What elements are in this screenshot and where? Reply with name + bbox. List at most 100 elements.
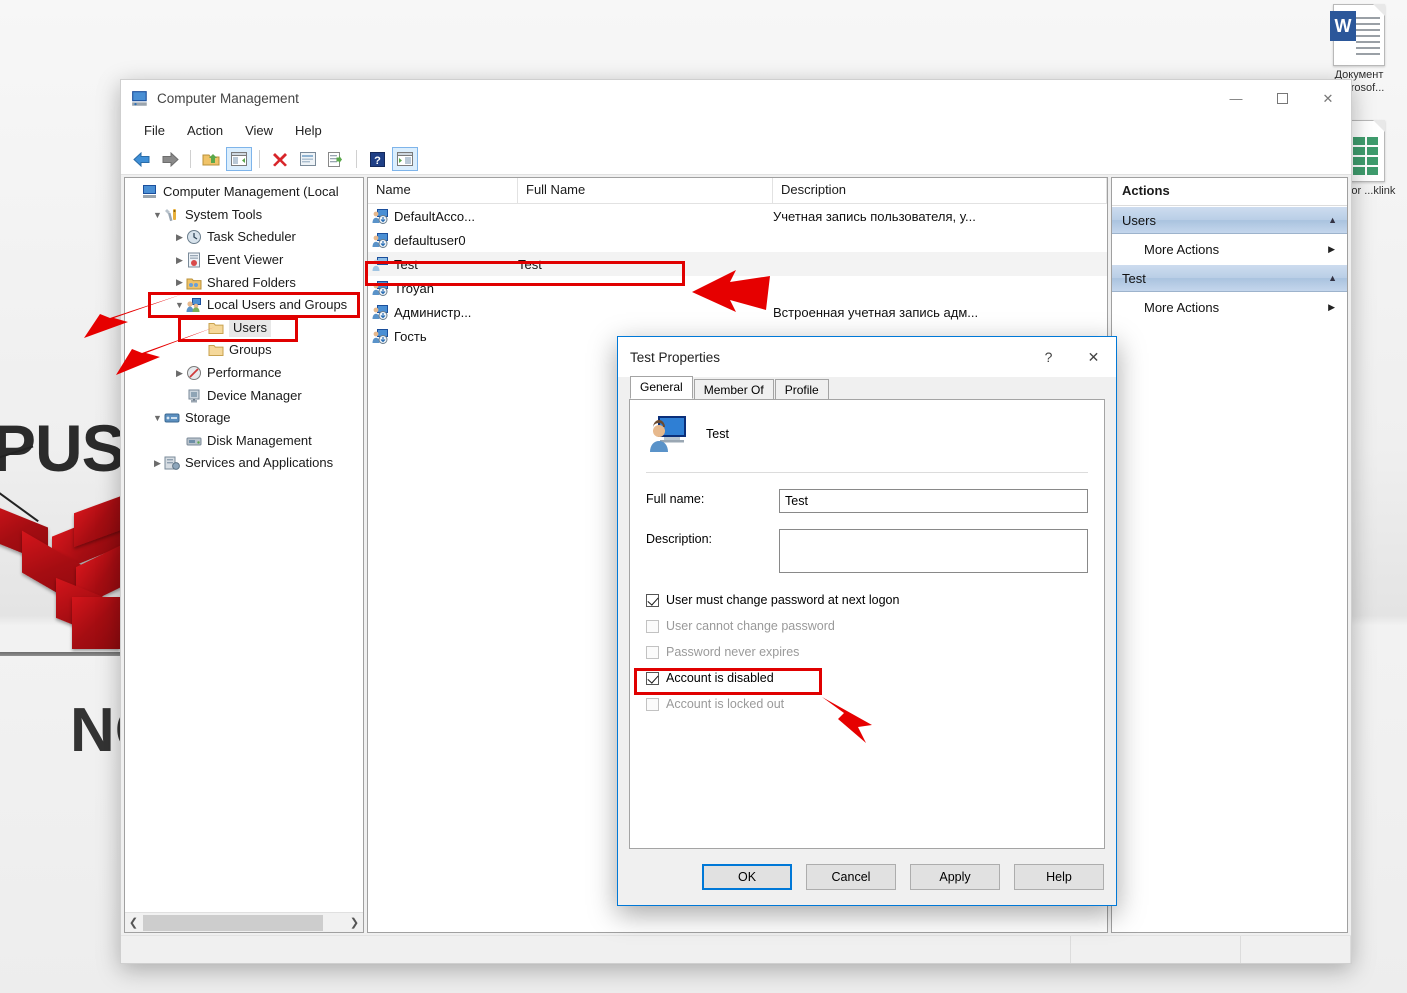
- chevron-right-icon[interactable]: ▶: [173, 276, 186, 289]
- maximize-button[interactable]: [1259, 80, 1305, 117]
- dialog-tabstrip[interactable]: General Member Of Profile: [618, 376, 1116, 400]
- window-titlebar[interactable]: Computer Management — ✕: [121, 80, 1351, 117]
- actions-group-header-test[interactable]: Test ▲: [1112, 264, 1347, 292]
- action-item-label: More Actions: [1144, 299, 1220, 315]
- table-row[interactable]: DefaultAcco... Учетная запись пользовател…: [368, 204, 1107, 228]
- menu-action[interactable]: Action: [176, 120, 234, 141]
- event-viewer-icon: [186, 252, 207, 268]
- console-tree-pane: Computer Management (Local ▼ System Tools ▶…: [124, 177, 364, 933]
- menu-file[interactable]: File: [133, 120, 176, 141]
- tree-node-computer-management-local[interactable]: Computer Management (Local: [125, 181, 363, 204]
- cell-name: Troyan: [368, 280, 518, 296]
- tree-node-services-and-applications[interactable]: ▶ Services and Applications: [125, 452, 363, 475]
- dialog-help-button[interactable]: ?: [1026, 337, 1071, 377]
- chevron-down-icon[interactable]: ▼: [151, 208, 164, 221]
- list-column-headers[interactable]: Name Full Name Description: [368, 178, 1107, 204]
- tree-node-users[interactable]: Users: [125, 317, 363, 340]
- checkbox-account-is-disabled[interactable]: [646, 671, 659, 685]
- services-icon: [164, 456, 180, 471]
- scrollbar-thumb[interactable]: [143, 914, 323, 931]
- help-button[interactable]: Help: [1014, 864, 1104, 890]
- action-item-more-actions[interactable]: More Actions ▶: [1112, 234, 1347, 264]
- folder-icon: [208, 320, 229, 336]
- chevron-right-icon[interactable]: ▶: [1328, 302, 1335, 313]
- cell-name: defaultuser0: [368, 232, 518, 248]
- apply-button[interactable]: Apply: [910, 864, 1000, 890]
- ok-button[interactable]: OK: [702, 864, 792, 890]
- properties-icon[interactable]: [295, 147, 321, 171]
- column-header-description[interactable]: Description: [773, 178, 1107, 203]
- table-row[interactable]: Test Test: [368, 252, 1107, 276]
- column-header-full-name[interactable]: Full Name: [518, 178, 773, 203]
- chevron-right-icon[interactable]: ▶: [1328, 244, 1335, 255]
- chevron-right-icon[interactable]: ▶: [173, 367, 186, 380]
- chevron-down-icon[interactable]: ▼: [151, 412, 164, 425]
- show-hide-console-tree-icon[interactable]: [226, 147, 252, 171]
- field-row: Full name:: [646, 489, 1088, 513]
- folder-icon: [208, 345, 224, 357]
- up-folder-icon[interactable]: [198, 147, 224, 171]
- menu-view[interactable]: View: [234, 120, 284, 141]
- table-row[interactable]: defaultuser0: [368, 228, 1107, 252]
- toolbar-separator: [190, 150, 191, 168]
- tree-horizontal-scrollbar[interactable]: ❮ ❯: [125, 912, 363, 932]
- computer-management-icon: [142, 184, 163, 200]
- close-button[interactable]: ✕: [1305, 80, 1351, 117]
- menu-help[interactable]: Help: [284, 120, 333, 141]
- tree-node-performance[interactable]: ▶ Performance: [125, 362, 363, 385]
- user-name: Гость: [394, 328, 427, 344]
- delete-icon[interactable]: [267, 147, 293, 171]
- tree-node-device-manager[interactable]: Device Manager: [125, 384, 363, 407]
- input-full-name[interactable]: [779, 489, 1088, 513]
- chevron-right-icon[interactable]: ▶: [151, 457, 164, 470]
- actions-group-header-users[interactable]: Users ▲: [1112, 206, 1347, 234]
- actions-group-label: Users: [1122, 212, 1156, 228]
- actions-list[interactable]: Users ▲ More Actions ▶ Test ▲ More Actions ▶: [1112, 206, 1347, 322]
- checkbox-user-must-change-password-at-next-logon[interactable]: [646, 593, 659, 607]
- tree-node-groups[interactable]: Groups: [125, 339, 363, 362]
- cancel-button[interactable]: Cancel: [806, 864, 896, 890]
- tree-node-task-scheduler[interactable]: ▶ Task Scheduler: [125, 226, 363, 249]
- table-row[interactable]: Администр... Встроенная учетная запись ад…: [368, 300, 1107, 324]
- tree-node-disk-management[interactable]: Disk Management: [125, 430, 363, 453]
- user-account-icon: [372, 233, 388, 248]
- export-list-icon[interactable]: [323, 147, 349, 171]
- tree-node-event-viewer[interactable]: ▶ Event Viewer: [125, 249, 363, 272]
- checkbox-row-account-is-disabled[interactable]: Account is disabled: [646, 671, 1088, 685]
- device-manager-icon: [188, 389, 200, 403]
- tab-member-of[interactable]: Member Of: [693, 379, 774, 400]
- user-name: DefaultAcco...: [394, 208, 475, 224]
- tree-node-local-users-and-groups[interactable]: ▼ Local Users and Groups: [125, 294, 363, 317]
- dialog-close-button[interactable]: ✕: [1071, 337, 1116, 377]
- tree-node-shared-folders[interactable]: ▶ Shared Folders: [125, 271, 363, 294]
- console-tree[interactable]: Computer Management (Local ▼ System Tools ▶…: [125, 178, 363, 912]
- actions-pane: Actions Users ▲ More Actions ▶ Test ▲ More Act…: [1111, 177, 1348, 933]
- chevron-up-icon[interactable]: ▲: [1328, 273, 1337, 283]
- tree-node-system-tools[interactable]: ▼ System Tools: [125, 204, 363, 227]
- dialog-titlebar[interactable]: Test Properties ? ✕: [618, 337, 1116, 377]
- back-arrow-icon[interactable]: [129, 147, 155, 171]
- help-icon[interactable]: ?: [364, 147, 390, 171]
- scroll-right-arrow-icon[interactable]: ❯: [346, 914, 363, 932]
- chevron-right-icon[interactable]: ▶: [173, 254, 186, 267]
- table-row[interactable]: Troyan: [368, 276, 1107, 300]
- tree-node-label: Event Viewer: [207, 252, 284, 268]
- input-description[interactable]: [779, 529, 1088, 573]
- minimize-button[interactable]: —: [1213, 80, 1259, 117]
- chevron-up-icon[interactable]: ▲: [1328, 215, 1337, 225]
- show-hide-action-pane-icon[interactable]: [392, 147, 418, 171]
- chevron-down-icon[interactable]: ▼: [173, 299, 186, 312]
- scroll-left-arrow-icon[interactable]: ❮: [125, 914, 142, 932]
- tree-node-label: Local Users and Groups: [207, 297, 348, 313]
- label-full-name: Full name:: [646, 492, 705, 506]
- chevron-right-icon[interactable]: ▶: [173, 231, 186, 244]
- shared-folders-icon: [186, 278, 202, 290]
- tree-node-storage[interactable]: ▼ Storage: [125, 407, 363, 430]
- tab-profile[interactable]: Profile: [774, 379, 829, 400]
- column-header-name[interactable]: Name: [368, 178, 518, 203]
- forward-arrow-icon[interactable]: [157, 147, 183, 171]
- tab-general[interactable]: General: [630, 376, 693, 399]
- action-item-more-actions[interactable]: More Actions ▶: [1112, 292, 1347, 322]
- checkbox-row-user-must-change-password-at-next-logon[interactable]: User must change password at next logon: [646, 593, 1088, 607]
